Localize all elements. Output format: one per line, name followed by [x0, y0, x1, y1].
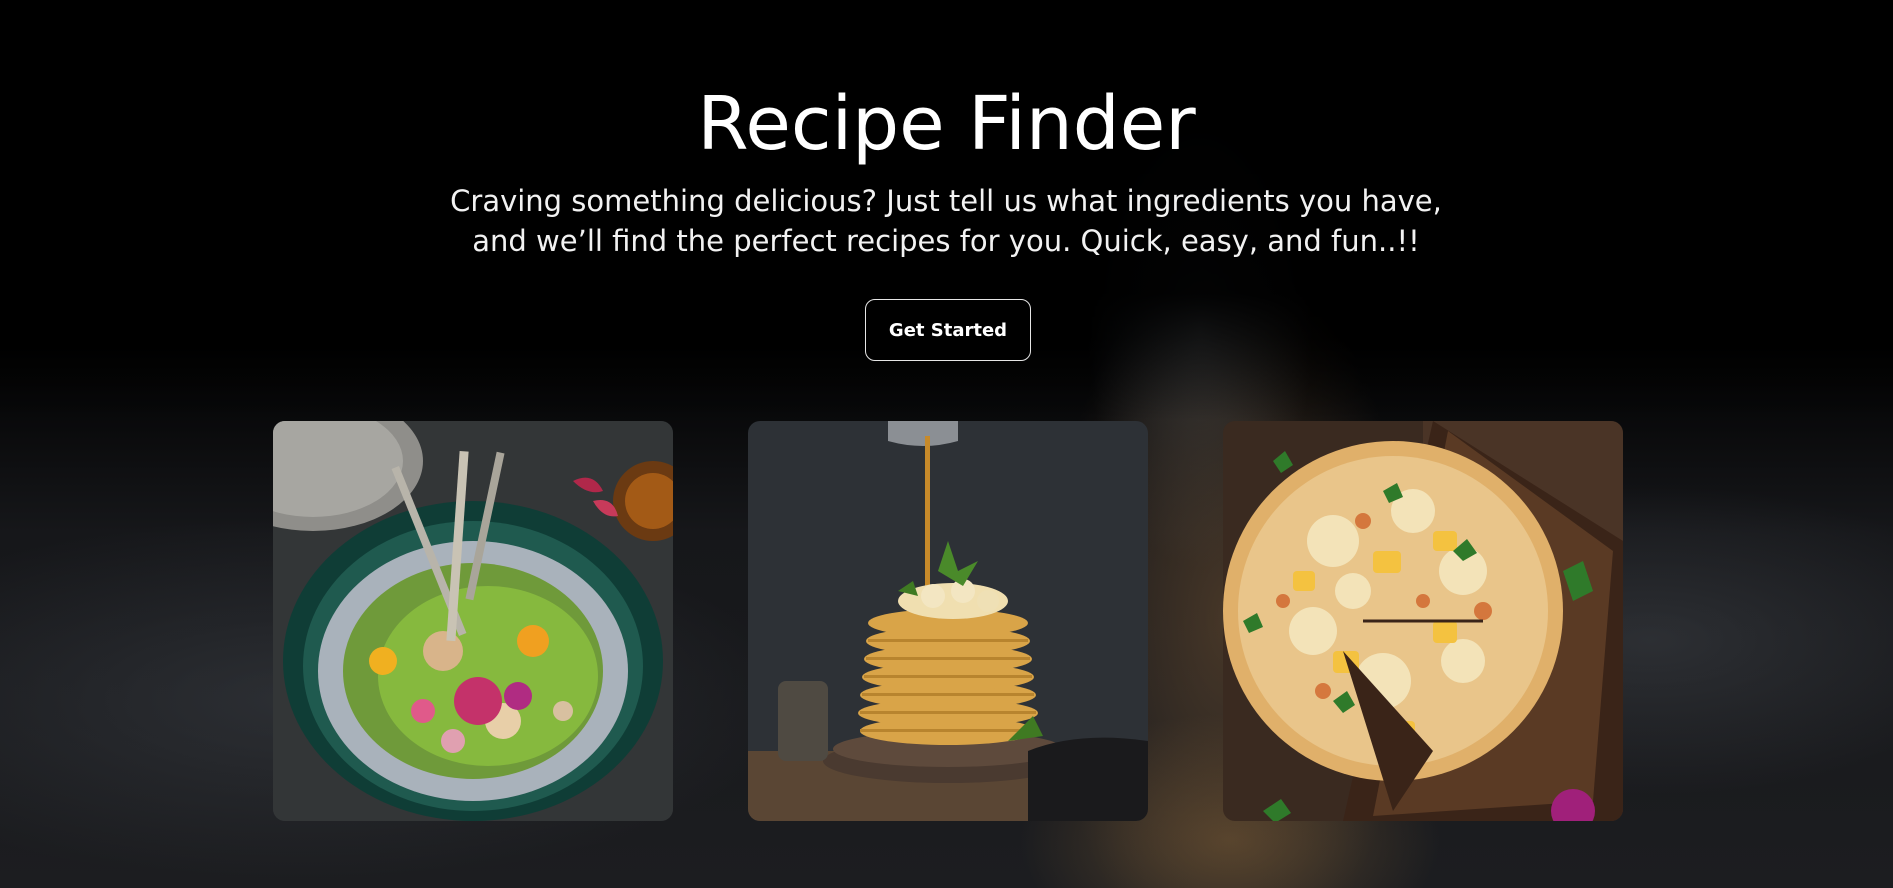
pancake-stack-image: [748, 421, 1148, 821]
pancake-stack-illustration: [748, 421, 1148, 821]
get-started-button[interactable]: Get Started: [865, 299, 1031, 361]
pizza-illustration: [1223, 421, 1623, 821]
salad-bowl-image: [273, 421, 673, 821]
landing-page: Recipe Finder Craving something deliciou…: [0, 0, 1893, 888]
page-title: Recipe Finder: [697, 81, 1196, 167]
hero-subtitle: Craving something delicious? Just tell u…: [450, 184, 1442, 258]
salad-bowl-illustration: [273, 421, 673, 821]
pizza-image: [1223, 421, 1623, 821]
